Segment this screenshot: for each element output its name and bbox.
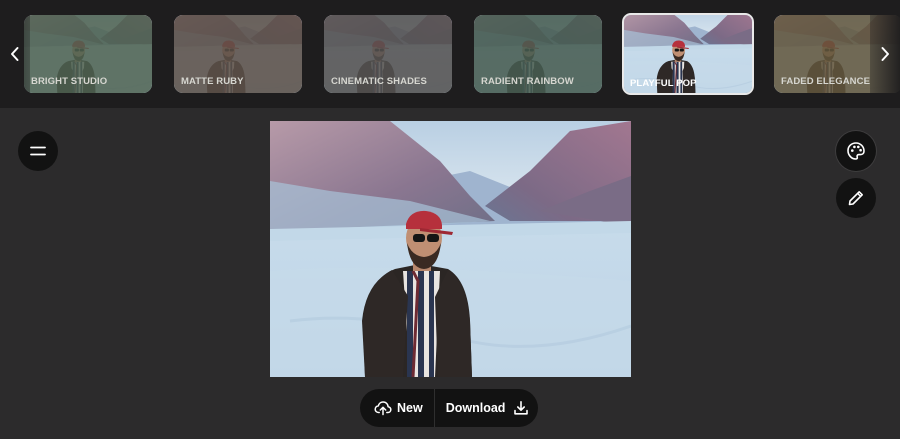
pencil-icon: [848, 191, 863, 206]
new-button-label: New: [397, 401, 423, 415]
chevron-left-icon: [11, 47, 19, 61]
cloud-upload-icon: [374, 400, 392, 416]
filter-radient-rainbow[interactable]: RADIENT RAINBOW: [474, 15, 602, 93]
photo-image: [270, 121, 631, 377]
filter-playful-pop[interactable]: PLAYFUL POP: [622, 13, 754, 95]
color-palette-button[interactable]: [836, 131, 876, 171]
filter-matte-ruby[interactable]: MATTE RUBY: [174, 15, 302, 93]
filter-next-button[interactable]: [870, 15, 900, 93]
action-bar: New Download: [360, 389, 538, 427]
filter-label: FADED ELEGANCE: [781, 76, 871, 87]
hamburger-menu-icon: [30, 146, 46, 156]
filter-bright-studio[interactable]: BRIGHT STUDIO: [24, 15, 152, 93]
filter-strip: BRIGHT STUDIO MATTE RUBY CINEMATIC SHADE…: [0, 0, 900, 108]
filter-label: RADIENT RAINBOW: [481, 76, 574, 87]
filter-editor: BRIGHT STUDIO MATTE RUBY CINEMATIC SHADE…: [0, 0, 900, 439]
filter-label: MATTE RUBY: [181, 76, 244, 87]
main-photo-preview: [270, 121, 631, 377]
chevron-right-icon: [881, 47, 889, 61]
filter-cinematic-shades[interactable]: CINEMATIC SHADES: [324, 15, 452, 93]
filter-label: BRIGHT STUDIO: [31, 76, 108, 87]
edit-button[interactable]: [836, 178, 876, 218]
new-button[interactable]: New: [360, 389, 434, 427]
filter-label: CINEMATIC SHADES: [331, 76, 427, 87]
download-button[interactable]: Download: [435, 389, 530, 427]
download-icon: [513, 400, 529, 416]
palette-icon: [847, 142, 865, 160]
menu-button[interactable]: [18, 131, 58, 171]
filter-prev-button[interactable]: [0, 15, 30, 93]
filter-label: PLAYFUL POP: [630, 78, 697, 89]
download-button-label: Download: [445, 401, 506, 415]
